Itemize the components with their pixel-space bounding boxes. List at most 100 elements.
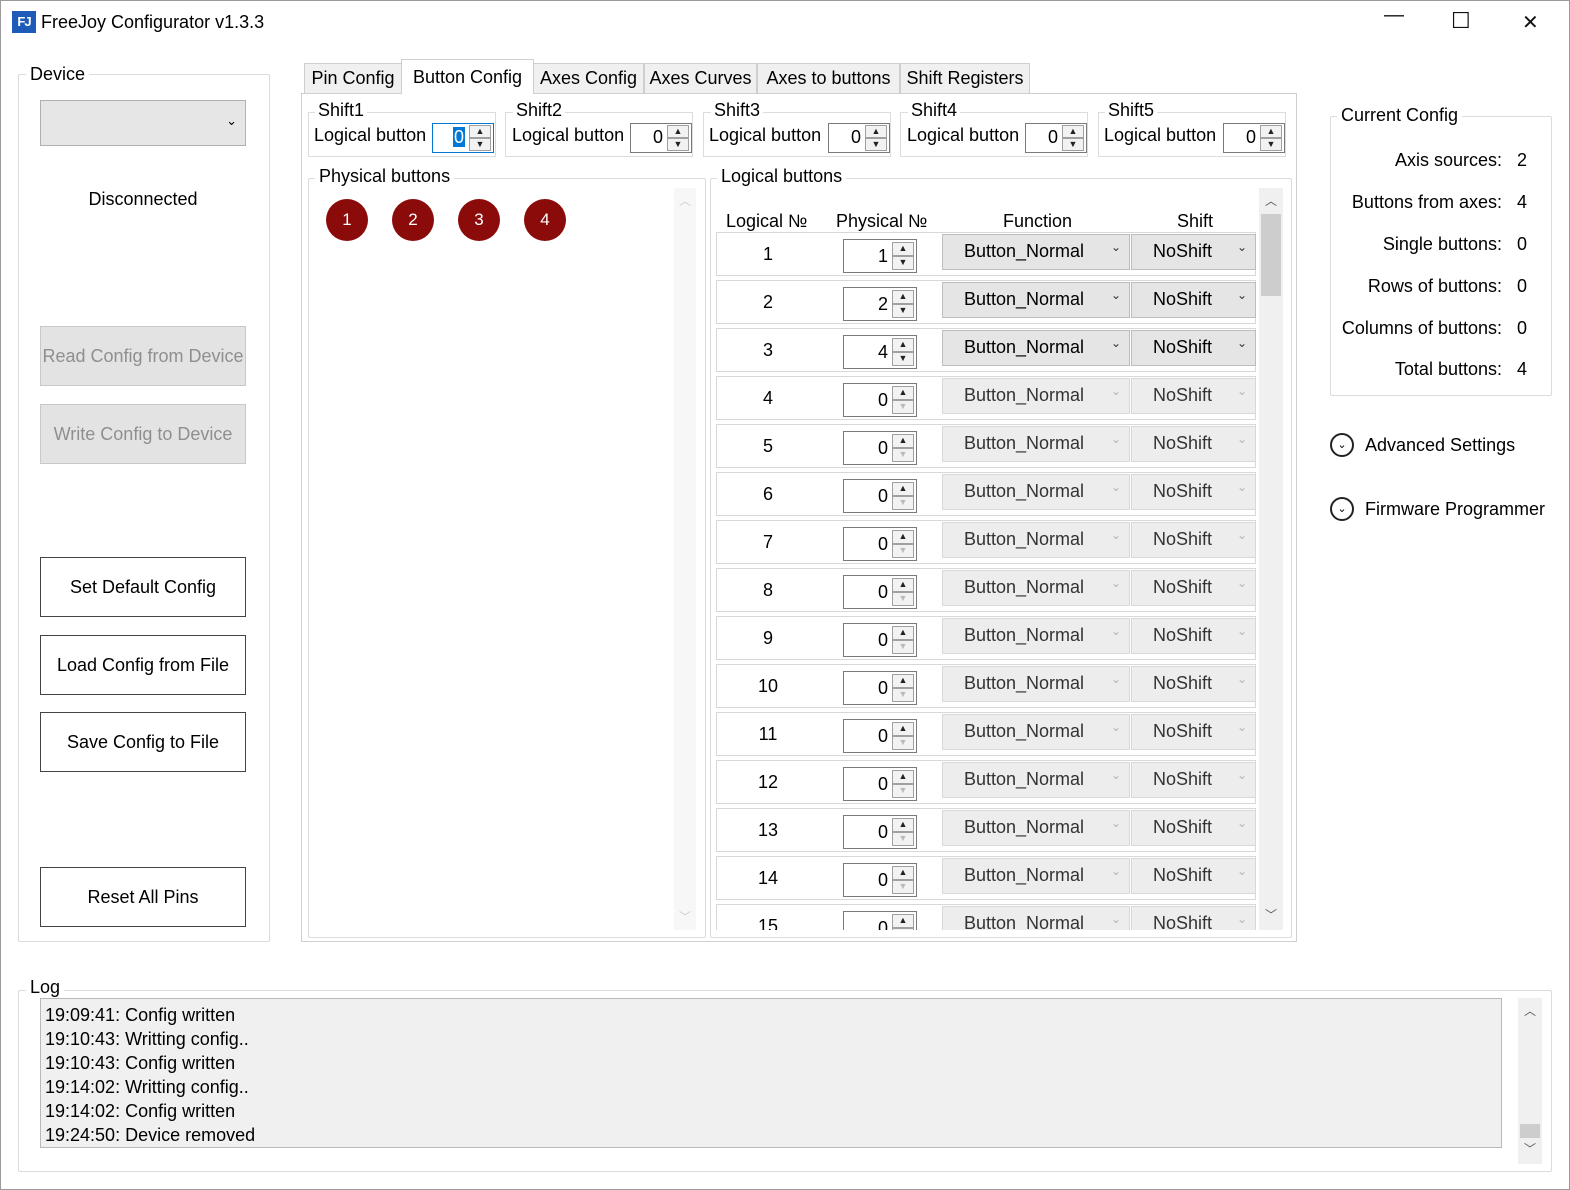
physical-number-input[interactable]: 0 ▲▼ — [843, 863, 917, 897]
tab-axes-to-buttons[interactable]: Axes to buttons — [757, 63, 900, 93]
spin-down-icon[interactable]: ▼ — [892, 304, 914, 318]
spin-up-icon[interactable]: ▲ — [1062, 125, 1084, 138]
advanced-settings-expander[interactable]: ⌄ Advanced Settings — [1330, 432, 1560, 462]
shift5-logical-input[interactable]: 0 ▲ ▼ — [1223, 123, 1285, 153]
shift-select[interactable]: NoShift ⌄ — [1131, 762, 1256, 798]
shift2-logical-input[interactable]: 0 ▲ ▼ — [630, 123, 692, 153]
shift1-logical-input[interactable]: 0 ▲ ▼ — [432, 123, 494, 153]
spin-up-icon[interactable]: ▲ — [667, 125, 689, 138]
spin-up-icon[interactable]: ▲ — [469, 125, 491, 138]
spin-up-icon[interactable]: ▲ — [892, 674, 914, 688]
spin-up-icon[interactable]: ▲ — [892, 386, 914, 400]
physical-number-input[interactable]: 0 ▲▼ — [843, 623, 917, 657]
shift-select[interactable]: NoShift ⌄ — [1131, 522, 1256, 558]
spin-up-icon[interactable]: ▲ — [892, 482, 914, 496]
spin-down-icon[interactable]: ▼ — [892, 880, 914, 894]
physical-number-input[interactable]: 4 ▲ ▼ — [843, 335, 917, 369]
tab-axes-curves[interactable]: Axes Curves — [644, 63, 757, 93]
spin-down-icon[interactable]: ▼ — [892, 592, 914, 606]
scroll-up-icon[interactable]: ︿ — [1520, 1002, 1540, 1019]
spin-up-icon[interactable]: ▲ — [892, 242, 914, 256]
scroll-down-icon[interactable]: ﹀ — [1520, 1140, 1540, 1157]
spin-down-icon[interactable]: ▼ — [865, 138, 887, 151]
logical-scrollbar[interactable] — [1259, 188, 1283, 930]
spin-up-icon[interactable]: ▲ — [892, 338, 914, 352]
firmware-programmer-expander[interactable]: ⌄ Firmware Programmer — [1330, 496, 1560, 526]
function-select[interactable]: Button_Normal ⌄ — [942, 474, 1130, 510]
spin-up-icon[interactable]: ▲ — [892, 722, 914, 736]
shift-select[interactable]: NoShift ⌄ — [1131, 330, 1256, 366]
shift-select[interactable]: NoShift ⌄ — [1131, 810, 1256, 846]
scroll-up-icon[interactable]: ︿ — [675, 192, 695, 209]
spin-down-icon[interactable]: ▼ — [892, 832, 914, 846]
physical-number-input[interactable]: 0 ▲▼ — [843, 527, 917, 561]
shift4-logical-input[interactable]: 0 ▲ ▼ — [1025, 123, 1087, 153]
spin-down-icon[interactable]: ▼ — [892, 400, 914, 414]
function-select[interactable]: Button_Normal ⌄ — [942, 906, 1130, 930]
spin-down-icon[interactable]: ▼ — [892, 352, 914, 366]
physical-number-input[interactable]: 0 ▲▼ — [843, 671, 917, 705]
tab-shift-registers[interactable]: Shift Registers — [900, 63, 1030, 93]
spin-down-icon[interactable]: ▼ — [892, 640, 914, 654]
shift-select[interactable]: NoShift ⌄ — [1131, 618, 1256, 654]
spin-up-icon[interactable]: ▲ — [865, 125, 887, 138]
function-select[interactable]: Button_Normal ⌄ — [942, 522, 1130, 558]
spin-up-icon[interactable]: ▲ — [892, 530, 914, 544]
spin-up-icon[interactable]: ▲ — [892, 626, 914, 640]
device-select[interactable]: ⌄ — [40, 100, 246, 146]
physical-number-input[interactable]: 0 ▲▼ — [843, 815, 917, 849]
function-select[interactable]: Button_Normal ⌄ — [942, 618, 1130, 654]
physical-number-input[interactable]: 2 ▲ ▼ — [843, 287, 917, 321]
spin-up-icon[interactable]: ▲ — [892, 770, 914, 784]
shift-select[interactable]: NoShift ⌄ — [1131, 378, 1256, 414]
physical-number-input[interactable]: 0 ▲▼ — [843, 911, 917, 930]
physical-number-input[interactable]: 0 ▲▼ — [843, 431, 917, 465]
spin-up-icon[interactable]: ▲ — [892, 290, 914, 304]
close-icon[interactable]: ✕ — [1522, 10, 1539, 35]
function-select[interactable]: Button_Normal ⌄ — [942, 666, 1130, 702]
function-select[interactable]: Button_Normal ⌄ — [942, 282, 1130, 318]
shift-select[interactable]: NoShift ⌄ — [1131, 234, 1256, 270]
shift-select[interactable]: NoShift ⌄ — [1131, 282, 1256, 318]
spin-down-icon[interactable]: ▼ — [892, 736, 914, 750]
physical-number-input[interactable]: 1 ▲ ▼ — [843, 239, 917, 273]
maximize-icon[interactable]: ☐ — [1451, 8, 1471, 34]
spin-down-icon[interactable]: ▼ — [892, 544, 914, 558]
tab-button-config[interactable]: Button Config — [401, 59, 534, 94]
log-text-area[interactable]: 19:09:41: Config written 19:10:43: Writt… — [40, 998, 1502, 1148]
physical-number-input[interactable]: 0 ▲▼ — [843, 575, 917, 609]
physical-number-input[interactable]: 0 ▲▼ — [843, 479, 917, 513]
spin-up-icon[interactable]: ▲ — [892, 866, 914, 880]
function-select[interactable]: Button_Normal ⌄ — [942, 426, 1130, 462]
physical-number-input[interactable]: 0 ▲▼ — [843, 719, 917, 753]
spin-down-icon[interactable]: ▼ — [892, 496, 914, 510]
function-select[interactable]: Button_Normal ⌄ — [942, 234, 1130, 270]
spin-down-icon[interactable]: ▼ — [1260, 138, 1282, 151]
function-select[interactable]: Button_Normal ⌄ — [942, 858, 1130, 894]
spin-up-icon[interactable]: ▲ — [892, 434, 914, 448]
spin-up-icon[interactable]: ▲ — [892, 578, 914, 592]
shift3-logical-input[interactable]: 0 ▲ ▼ — [828, 123, 890, 153]
shift-select[interactable]: NoShift ⌄ — [1131, 906, 1256, 930]
spin-down-icon[interactable]: ▼ — [469, 138, 491, 151]
logical-scrollbar-thumb[interactable] — [1261, 214, 1281, 296]
function-select[interactable]: Button_Normal ⌄ — [942, 570, 1130, 606]
spin-down-icon[interactable]: ▼ — [892, 688, 914, 702]
spin-up-icon[interactable]: ▲ — [892, 818, 914, 832]
tab-axes-config[interactable]: Axes Config — [533, 63, 644, 93]
shift-select[interactable]: NoShift ⌄ — [1131, 426, 1256, 462]
function-select[interactable]: Button_Normal ⌄ — [942, 330, 1130, 366]
shift-select[interactable]: NoShift ⌄ — [1131, 570, 1256, 606]
physical-number-input[interactable]: 0 ▲▼ — [843, 383, 917, 417]
spin-down-icon[interactable]: ▼ — [892, 256, 914, 270]
spin-down-icon[interactable]: ▼ — [667, 138, 689, 151]
function-select[interactable]: Button_Normal ⌄ — [942, 378, 1130, 414]
function-select[interactable]: Button_Normal ⌄ — [942, 714, 1130, 750]
spin-down-icon[interactable]: ▼ — [1062, 138, 1084, 151]
shift-select[interactable]: NoShift ⌄ — [1131, 714, 1256, 750]
function-select[interactable]: Button_Normal ⌄ — [942, 810, 1130, 846]
tab-pin-config[interactable]: Pin Config — [304, 63, 402, 93]
function-select[interactable]: Button_Normal ⌄ — [942, 762, 1130, 798]
spin-up-icon[interactable]: ▲ — [1260, 125, 1282, 138]
scroll-up-icon[interactable]: ︿ — [1261, 192, 1281, 209]
